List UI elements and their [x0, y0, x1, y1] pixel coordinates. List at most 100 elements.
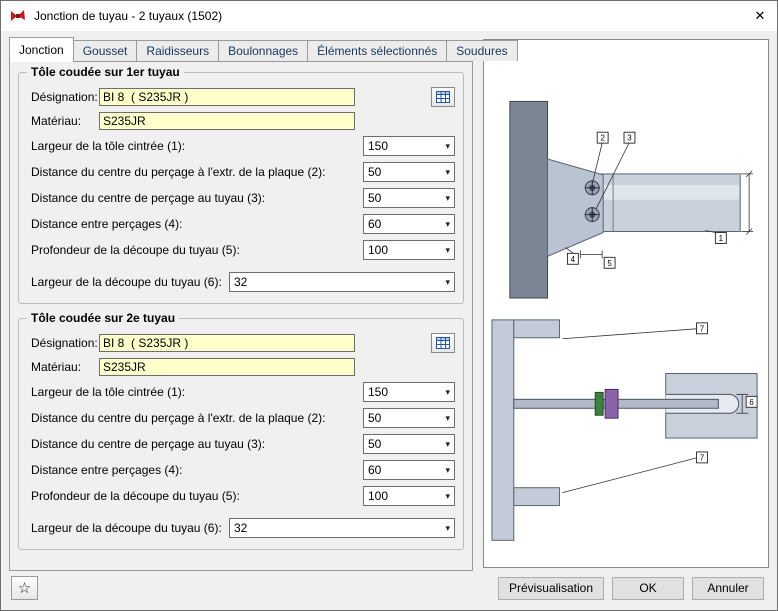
- material-label: Matériau:: [27, 114, 99, 128]
- beam-top-flange-shape: [514, 320, 560, 338]
- param-label: Distance du centre du perçage à l'extr. …: [27, 411, 363, 425]
- cut-depth-combo[interactable]: 100 ▾: [363, 486, 455, 506]
- material-row: Matériau:: [27, 355, 455, 379]
- param-label: Profondeur de la découpe du tuyau (5):: [27, 489, 363, 503]
- hole-pipe-distance-combo[interactable]: 50 ▾: [363, 188, 455, 208]
- preview-drawing: 2 3 1 4 5: [484, 40, 768, 567]
- param-label: Distance du centre du perçage à l'extr. …: [27, 165, 363, 179]
- beam-bottom-flange-shape: [514, 488, 560, 506]
- svg-text:3: 3: [627, 134, 632, 143]
- designation-row: Désignation:: [27, 85, 455, 109]
- nut-shape: [605, 389, 618, 418]
- chevron-down-icon: ▾: [445, 246, 451, 255]
- material-input[interactable]: [99, 358, 355, 376]
- hole-spacing-combo[interactable]: 60 ▾: [363, 214, 455, 234]
- svg-text:6: 6: [749, 398, 754, 407]
- svg-text:7: 7: [700, 453, 705, 462]
- chevron-down-icon: ▾: [445, 388, 451, 397]
- tab-elements-selectionnes[interactable]: Éléments sélectionnés: [307, 40, 447, 61]
- designation-input[interactable]: [99, 334, 355, 352]
- pipe1-shape: [601, 174, 740, 232]
- star-icon: ☆: [18, 579, 31, 597]
- chevron-down-icon: ▾: [445, 492, 451, 501]
- catalog-button[interactable]: [431, 87, 455, 107]
- chevron-down-icon: ▾: [445, 466, 451, 475]
- param-row: Distance du centre de perçage au tuyau (…: [27, 185, 455, 211]
- favorites-button[interactable]: ☆: [11, 576, 38, 600]
- tab-gousset[interactable]: Gousset: [73, 40, 138, 61]
- svg-text:5: 5: [607, 259, 612, 268]
- cut-width-label: Largeur de la découpe du tuyau (6):: [27, 275, 229, 289]
- cut-depth-combo[interactable]: 100 ▾: [363, 240, 455, 260]
- cut-width-row: Largeur de la découpe du tuyau (6): 32 ▾: [27, 269, 455, 295]
- param-label: Profondeur de la découpe du tuyau (5):: [27, 243, 363, 257]
- chevron-down-icon: ▾: [445, 440, 451, 449]
- titlebar[interactable]: Jonction de tuyau - 2 tuyaux (1502) ✕: [1, 1, 777, 31]
- param-label: Largeur de la tôle cintrée (1):: [27, 139, 363, 153]
- param-row: Distance du centre de perçage au tuyau (…: [27, 431, 455, 457]
- catalog-grid-icon: [436, 337, 450, 349]
- tab-strip: Jonction Gousset Raidisseurs Boulonnages…: [9, 37, 473, 61]
- groupbox-pipe1: Tôle coudée sur 1er tuyau Désignation:: [18, 72, 464, 304]
- designation-label: Désignation:: [27, 336, 99, 350]
- window-title: Jonction de tuyau - 2 tuyaux (1502): [34, 9, 222, 23]
- svg-text:4: 4: [571, 255, 576, 264]
- designation-row: Désignation:: [27, 331, 455, 355]
- close-button[interactable]: ✕: [743, 1, 777, 31]
- cut-width-label: Largeur de la découpe du tuyau (6):: [27, 521, 229, 535]
- dialog-window: Jonction de tuyau - 2 tuyaux (1502) ✕ Jo…: [0, 0, 778, 611]
- param-row: Distance du centre du perçage à l'extr. …: [27, 405, 455, 431]
- cancel-button[interactable]: Annuler: [692, 577, 764, 600]
- chevron-down-icon: ▾: [445, 168, 451, 177]
- material-input[interactable]: [99, 112, 355, 130]
- component-icon: [10, 8, 26, 24]
- designation-input[interactable]: [99, 88, 355, 106]
- hole-pipe-distance-combo[interactable]: 50 ▾: [363, 434, 455, 454]
- chevron-down-icon: ▾: [445, 194, 451, 203]
- form-pane: Jonction Gousset Raidisseurs Boulonnages…: [9, 37, 473, 568]
- callout-4: 4: [567, 253, 578, 264]
- tab-jonction[interactable]: Jonction: [9, 37, 74, 62]
- svg-text:2: 2: [600, 134, 605, 143]
- callout-1: 1: [715, 233, 726, 244]
- tab-raidisseurs[interactable]: Raidisseurs: [136, 40, 219, 61]
- plate-width-combo[interactable]: 150 ▾: [363, 136, 455, 156]
- tab-soudures[interactable]: Soudures: [446, 40, 517, 61]
- param-row: Distance du centre du perçage à l'extr. …: [27, 159, 455, 185]
- catalog-button[interactable]: [431, 333, 455, 353]
- preview-button[interactable]: Prévisualisation: [498, 577, 604, 600]
- catalog-grid-icon: [436, 91, 450, 103]
- groupbox-pipe2: Tôle coudée sur 2e tuyau Désignation:: [18, 318, 464, 550]
- material-label: Matériau:: [27, 360, 99, 374]
- groupbox-pipe2-legend: Tôle coudée sur 2e tuyau: [27, 311, 179, 325]
- tab-boulonnages[interactable]: Boulonnages: [218, 40, 308, 61]
- svg-text:1: 1: [719, 234, 724, 243]
- dialog-body: Jonction Gousset Raidisseurs Boulonnages…: [1, 31, 777, 570]
- param-row: Distance entre perçages (4): 60 ▾: [27, 211, 455, 237]
- footer-bar: ☆ Prévisualisation OK Annuler: [1, 570, 777, 610]
- param-label: Distance du centre de perçage au tuyau (…: [27, 191, 363, 205]
- cut-width-row: Largeur de la découpe du tuyau (6): 32 ▾: [27, 515, 455, 541]
- hole-edge-distance-combo[interactable]: 50 ▾: [363, 408, 455, 428]
- param-row: Largeur de la tôle cintrée (1): 150 ▾: [27, 133, 455, 159]
- hole-spacing-combo[interactable]: 60 ▾: [363, 460, 455, 480]
- hole-edge-distance-combo[interactable]: 50 ▾: [363, 162, 455, 182]
- beam-web-shape: [492, 320, 514, 540]
- preview-pane: 2 3 1 4 5: [483, 39, 769, 568]
- cut-width-combo[interactable]: 32 ▾: [229, 518, 455, 538]
- ok-button[interactable]: OK: [612, 577, 684, 600]
- washer-shape: [595, 392, 603, 415]
- param-row: Distance entre perçages (4): 60 ▾: [27, 457, 455, 483]
- column-shape: [510, 101, 548, 298]
- param-row: Profondeur de la découpe du tuyau (5): 1…: [27, 237, 455, 263]
- cut-width-combo[interactable]: 32 ▾: [229, 272, 455, 292]
- chevron-down-icon: ▾: [445, 278, 451, 287]
- groupbox-pipe1-legend: Tôle coudée sur 1er tuyau: [27, 65, 184, 79]
- plate-width-combo[interactable]: 150 ▾: [363, 382, 455, 402]
- tab-page-jonction: Tôle coudée sur 1er tuyau Désignation:: [9, 61, 473, 571]
- chevron-down-icon: ▾: [445, 414, 451, 423]
- callout-2: 2: [597, 132, 608, 143]
- designation-label: Désignation:: [27, 90, 99, 104]
- param-row: Profondeur de la découpe du tuyau (5): 1…: [27, 483, 455, 509]
- callout-6: 6: [746, 396, 757, 407]
